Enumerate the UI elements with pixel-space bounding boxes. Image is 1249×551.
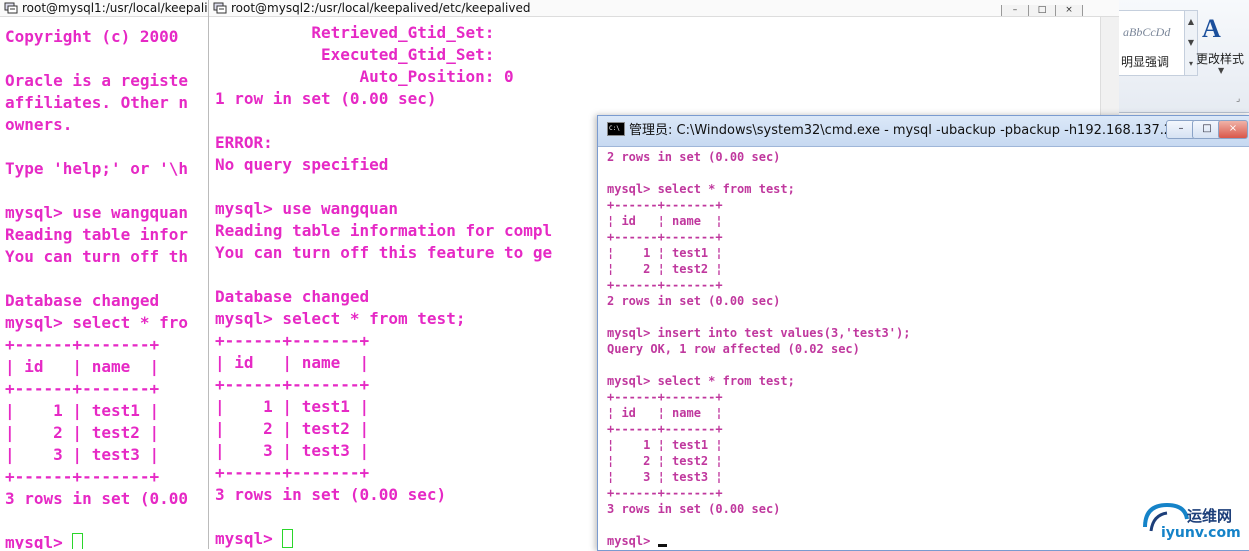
terminal-line: Type 'help;' or '\h: [5, 159, 189, 178]
terminal-line: ¦ id ¦ name ¦: [607, 214, 723, 228]
terminal-line: Auto_Position: 0: [215, 67, 514, 86]
terminal-line: affiliates. Other n: [5, 93, 189, 112]
terminal-line: ¦ 3 ¦ test3 ¦: [607, 470, 723, 484]
terminal-line: mysql> insert into test values(3,'test3'…: [607, 326, 911, 340]
terminal-line: +------+-------+: [5, 379, 160, 398]
change-styles-label[interactable]: 更改样式: [1196, 50, 1244, 67]
word-ribbon-styles-group: aBbCcDd 明显强调 ▲ ▼ ▾ A 更改样式 ▼ ⌟: [1110, 0, 1249, 113]
terminal-line: +------+-------+: [607, 390, 723, 404]
terminal-line: mysql> select * from test;: [607, 182, 795, 196]
terminal-output[interactable]: Copyright (c) 2000 Oracle is a registe aff…: [5, 26, 208, 549]
change-styles-icon[interactable]: A: [1202, 14, 1221, 44]
putty-icon: [4, 2, 18, 14]
style-name-label: 明显强调: [1121, 55, 1170, 69]
site-watermark: 运维网 iyunv.com: [1135, 497, 1249, 549]
cmd-window[interactable]: 管理员: C:\Windows\system32\cmd.exe - mysql…: [597, 115, 1249, 551]
terminal-line: +------+-------+: [607, 230, 723, 244]
terminal-line: | 3 | test3 |: [5, 445, 160, 464]
terminal-line: Executed_Gtid_Set:: [215, 45, 495, 64]
window-titlebar[interactable]: 管理员: C:\Windows\system32\cmd.exe - mysql…: [598, 116, 1249, 147]
chevron-up-icon[interactable]: ▲: [1185, 11, 1197, 32]
terminal-line: ¦ 2 ¦ test2 ¦: [607, 262, 723, 276]
terminal-line: Retrieved_Gtid_Set:: [215, 23, 495, 42]
style-gallery-item[interactable]: aBbCcDd 明显强调: [1118, 10, 1186, 76]
terminal-line: ¦ 1 ¦ test1 ¦: [607, 246, 723, 260]
terminal-window-mysql1[interactable]: root@mysql1:/usr/local/keepali Copyright…: [0, 0, 208, 549]
window-titlebar[interactable]: root@mysql1:/usr/local/keepali: [0, 0, 208, 17]
terminal-line: | 1 | test1 |: [5, 401, 160, 420]
terminal-line: +------+-------+: [5, 467, 160, 486]
watermark-text-cn: 运维网: [1187, 507, 1233, 525]
terminal-line: Copyright (c) 2000: [5, 27, 179, 46]
window-title: root@mysql1:/usr/local/keepali: [22, 1, 208, 15]
terminal-line: +------+-------+: [607, 422, 723, 436]
terminal-line: +------+-------+: [607, 198, 723, 212]
text-cursor: [72, 533, 84, 549]
terminal-line: You can turn off th: [5, 247, 189, 266]
terminal-line: ¦ id ¦ name ¦: [607, 406, 723, 420]
terminal-line: mysql> select * fro: [5, 313, 189, 332]
terminal-line: 1 row in set (0.00 sec): [215, 89, 437, 108]
window-controls: – □ ×: [1001, 0, 1083, 16]
terminal-line: 2 rows in set (0.00 sec): [607, 294, 781, 308]
text-cursor: [282, 529, 294, 548]
window-title: 管理员: C:\Windows\system32\cmd.exe - mysql…: [629, 123, 1173, 138]
terminal-line: Query OK, 1 row affected (0.02 sec): [607, 342, 860, 356]
cmd-icon: [607, 116, 625, 144]
terminal-line: Database changed: [5, 291, 160, 310]
mysql-prompt: mysql>: [5, 533, 73, 549]
terminal-line: | id | name |: [5, 357, 160, 376]
close-button[interactable]: ×: [1218, 120, 1248, 139]
watermark-logo-icon: [1143, 502, 1189, 532]
text-cursor: [657, 544, 667, 547]
terminal-line: owners.: [5, 115, 73, 134]
terminal-line: +------+-------+: [5, 335, 160, 354]
terminal-line: mysql> use wangquan: [5, 203, 189, 222]
maximize-icon: □: [1202, 123, 1212, 134]
terminal-line: | 2 | test2 |: [5, 423, 160, 442]
terminal-line: mysql> select * from test;: [607, 374, 795, 388]
terminal-line: ¦ 2 ¦ test2 ¦: [607, 454, 723, 468]
style-sample-text: aBbCcDd: [1123, 25, 1171, 39]
terminal-line: 2 rows in set (0.00 sec): [607, 150, 781, 164]
mysql-prompt: mysql>: [607, 534, 658, 548]
window-titlebar[interactable]: root@mysql2:/usr/local/keepalived/etc/ke…: [209, 0, 1119, 17]
terminal-line: ¦ 1 ¦ test1 ¦: [607, 438, 723, 452]
window-title: root@mysql2:/usr/local/keepalived/etc/ke…: [231, 1, 531, 15]
terminal-line: Oracle is a registe: [5, 71, 189, 90]
mysql-prompt: mysql>: [215, 529, 283, 548]
minimize-icon: –: [1178, 123, 1184, 134]
chevron-down-icon[interactable]: ▼: [1218, 66, 1224, 75]
terminal-line: Reading table infor: [5, 225, 189, 244]
close-icon[interactable]: ×: [1055, 5, 1083, 16]
watermark-text-en: iyunv.com: [1161, 525, 1241, 541]
dialog-launcher-icon[interactable]: ⌟: [1236, 94, 1240, 104]
terminal-line: +------+-------+: [607, 278, 723, 292]
terminal-output[interactable]: 2 rows in set (0.00 sec) mysql> select * …: [607, 149, 1249, 550]
putty-icon: [213, 2, 227, 14]
terminal-line: 3 rows in set (0.00: [5, 489, 189, 508]
terminal-prompt-line[interactable]: mysql>: [5, 532, 208, 549]
maximize-icon[interactable]: □: [1028, 5, 1056, 16]
close-icon: ×: [1228, 123, 1238, 134]
minimize-icon[interactable]: –: [1001, 5, 1029, 16]
